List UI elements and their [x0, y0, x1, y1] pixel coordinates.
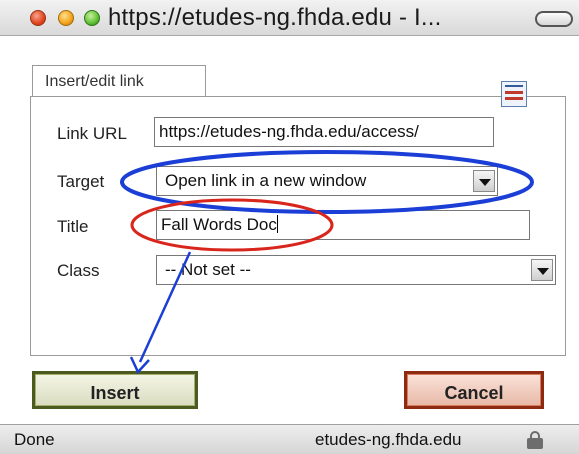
target-selected-value: Open link in a new window — [165, 171, 367, 190]
minimize-window-button[interactable] — [58, 10, 74, 26]
link-url-label: Link URL — [57, 124, 127, 143]
text-cursor — [276, 215, 278, 233]
status-bar: Done etudes-ng.fhda.edu — [0, 424, 579, 454]
cancel-button[interactable]: Cancel — [404, 371, 544, 409]
close-window-button[interactable] — [30, 10, 46, 26]
chevron-down-icon[interactable] — [473, 170, 495, 192]
lock-icon[interactable] — [526, 431, 544, 449]
window-titlebar: https://etudes-ng.fhda.edu - I... — [0, 0, 579, 36]
class-label: Class — [57, 261, 100, 280]
status-host: etudes-ng.fhda.edu — [315, 430, 462, 449]
window-title: https://etudes-ng.fhda.edu - I... — [108, 4, 442, 31]
zoom-window-button[interactable] — [84, 10, 100, 26]
status-text: Done — [14, 430, 55, 449]
toolbar-toggle-button[interactable] — [535, 11, 573, 27]
title-input-value: Fall Words Doc — [161, 215, 277, 234]
dialog-content: Insert/edit link Link URL https://etudes… — [0, 37, 579, 424]
class-selected-value: -- Not set -- — [165, 260, 251, 279]
tab-insert-edit-link[interactable]: Insert/edit link — [32, 65, 206, 97]
insert-button[interactable]: Insert — [32, 371, 198, 409]
class-select[interactable]: -- Not set -- — [156, 255, 556, 285]
title-label: Title — [57, 217, 89, 236]
target-select[interactable]: Open link in a new window — [156, 166, 498, 196]
target-label: Target — [57, 172, 105, 191]
chevron-down-icon[interactable] — [531, 259, 553, 281]
file-browser-icon[interactable] — [501, 81, 527, 107]
link-url-input[interactable]: https://etudes-ng.fhda.edu/access/ — [154, 117, 494, 147]
title-input[interactable]: Fall Words Doc — [156, 210, 530, 240]
